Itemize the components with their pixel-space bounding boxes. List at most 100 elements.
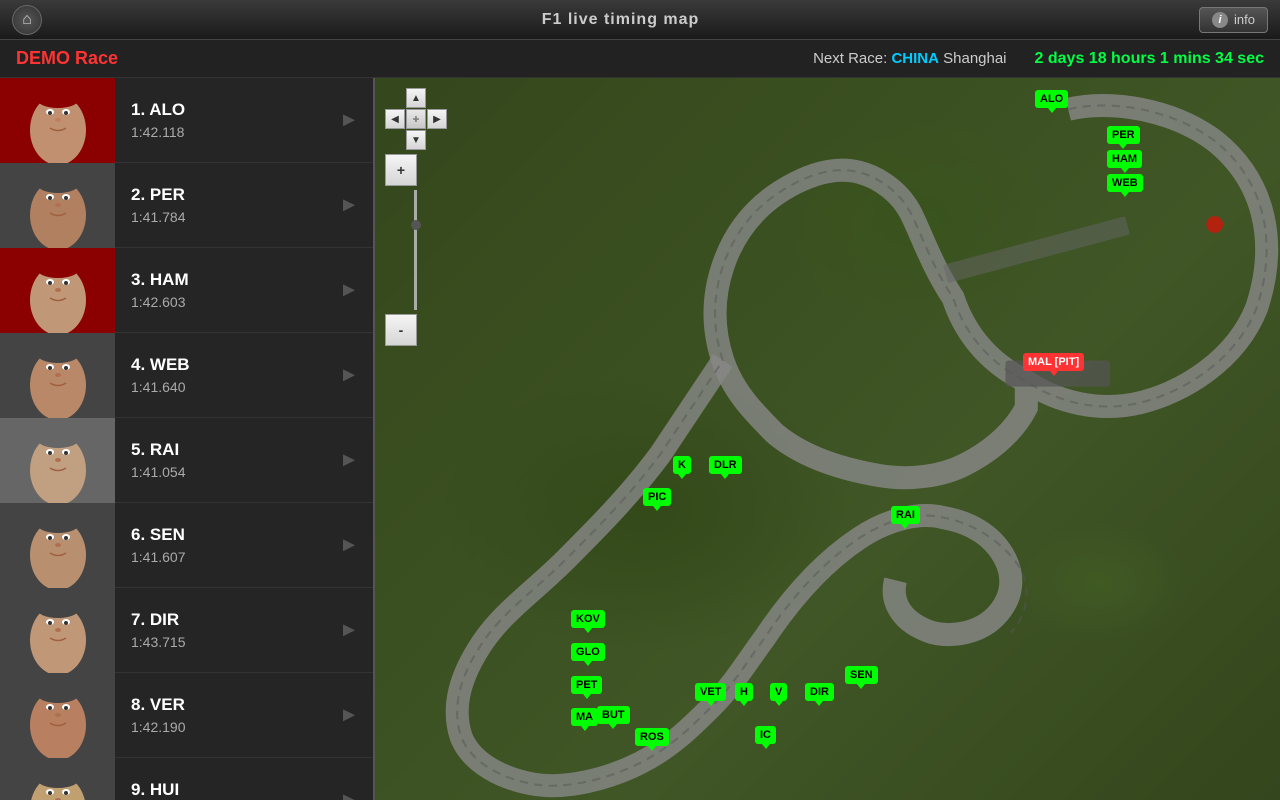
driver-info: 7. DIR 1:43.715	[115, 610, 331, 650]
next-race-info: Next Race: CHINA Shanghai	[813, 50, 1006, 67]
map-label-WEB[interactable]: WEB	[1107, 174, 1143, 192]
top-bar: ⌂ F1 live timing map i info	[0, 0, 1280, 40]
info-button[interactable]: i info	[1199, 7, 1268, 33]
driver-row[interactable]: 3. HAM 1:42.603►	[0, 248, 373, 333]
sub-bar: DEMO Race Next Race: CHINA Shanghai 2 da…	[0, 40, 1280, 78]
driver-time: 1:41.607	[131, 549, 331, 565]
driver-sidebar[interactable]: 1. ALO1:42.118► 2. PER1:41.784► 3. HAM1:…	[0, 78, 375, 800]
map-label-V[interactable]: V	[770, 683, 787, 701]
driver-chevron-icon[interactable]: ►	[331, 357, 367, 393]
driver-time: 1:41.054	[131, 464, 331, 480]
driver-time: 1:42.118	[131, 124, 331, 140]
driver-avatar	[0, 758, 115, 800]
map-label-RAI[interactable]: RAI	[891, 506, 920, 524]
driver-avatar	[0, 163, 115, 248]
driver-info: 6. SEN1:41.607	[115, 525, 331, 565]
map-nav-left[interactable]: ◀	[385, 109, 405, 129]
map-label-SEN2[interactable]: SEN	[845, 666, 878, 684]
zoom-out-button[interactable]: -	[385, 314, 417, 346]
map-label-H[interactable]: H	[735, 683, 753, 701]
map-label-ROS[interactable]: ROS	[635, 728, 669, 746]
map-controls: ▲ ◀ ✛ ▶ ▼ + -	[385, 88, 445, 346]
map-label-DLR[interactable]: DLR	[709, 456, 742, 474]
map-label-IC[interactable]: IC	[755, 726, 776, 744]
driver-chevron-icon[interactable]: ►	[331, 272, 367, 308]
map-label-MA[interactable]: MA	[571, 708, 598, 726]
driver-row[interactable]: 5. RAI 1:41.054►	[0, 418, 373, 503]
map-nav-cross: ▲ ◀ ✛ ▶ ▼	[385, 88, 445, 148]
map-label-K[interactable]: K	[673, 456, 691, 474]
driver-name: 7. DIR	[131, 610, 331, 630]
map-label-PET[interactable]: PET	[571, 676, 602, 694]
driver-name: 9. HUI	[131, 780, 331, 800]
driver-row[interactable]: 9. HUI1:41.900►	[0, 758, 373, 800]
driver-chevron-icon[interactable]: ►	[331, 442, 367, 478]
map-label-MAL-PIT[interactable]: MAL [PIT]	[1023, 353, 1084, 371]
driver-info: 5. RAI 1:41.054	[115, 440, 331, 480]
driver-name: 3. HAM	[131, 270, 331, 290]
driver-chevron-icon[interactable]: ►	[331, 697, 367, 733]
driver-avatar	[0, 588, 115, 673]
driver-info: 4. WEB 1:41.640	[115, 355, 331, 395]
map-label-VET[interactable]: VET	[695, 683, 726, 701]
map-nav-up[interactable]: ▲	[406, 88, 426, 108]
driver-name: 5. RAI	[131, 440, 331, 460]
home-icon: ⌂	[22, 11, 32, 29]
map-label-PER[interactable]: PER	[1107, 126, 1140, 144]
driver-row[interactable]: 2. PER 1:41.784►	[0, 163, 373, 248]
driver-time: 1:43.715	[131, 634, 331, 650]
zoom-bar	[414, 190, 417, 310]
driver-name: 4. WEB	[131, 355, 331, 375]
info-label: info	[1234, 12, 1255, 27]
driver-avatar	[0, 78, 115, 163]
map-label-PIC[interactable]: PIC	[643, 488, 671, 506]
map-label-BUT[interactable]: BUT	[597, 706, 630, 724]
map-label-HAM[interactable]: HAM	[1107, 150, 1142, 168]
info-icon: i	[1212, 12, 1228, 28]
map-nav-down[interactable]: ▼	[406, 130, 426, 150]
driver-info: 1. ALO 1:42.118	[115, 100, 331, 140]
driver-row[interactable]: 6. SEN1:41.607►	[0, 503, 373, 588]
driver-time: 1:41.640	[131, 379, 331, 395]
driver-time: 1:42.603	[131, 294, 331, 310]
driver-avatar	[0, 418, 115, 503]
driver-time: 1:42.190	[131, 719, 331, 735]
driver-info: 3. HAM 1:42.603	[115, 270, 331, 310]
zoom-slider[interactable]	[411, 220, 421, 230]
driver-row[interactable]: 1. ALO 1:42.118►	[0, 78, 373, 163]
zoom-in-button[interactable]: +	[385, 154, 417, 186]
driver-avatar	[0, 248, 115, 333]
driver-chevron-icon[interactable]: ►	[331, 527, 367, 563]
countdown-timer: 2 days 18 hours 1 mins 34 sec	[1035, 50, 1264, 68]
demo-label: DEMO Race	[16, 48, 118, 69]
driver-chevron-icon[interactable]: ►	[331, 612, 367, 648]
driver-avatar	[0, 673, 115, 758]
driver-name: 1. ALO	[131, 100, 331, 120]
driver-info: 9. HUI1:41.900	[115, 780, 331, 800]
driver-time: 1:41.784	[131, 209, 331, 225]
driver-avatar	[0, 503, 115, 588]
driver-chevron-icon[interactable]: ►	[331, 782, 367, 800]
driver-chevron-icon[interactable]: ►	[331, 187, 367, 223]
driver-row[interactable]: 7. DIR 1:43.715►	[0, 588, 373, 673]
map-nav-right[interactable]: ▶	[427, 109, 447, 129]
zoom-controls: + -	[385, 154, 445, 346]
map-label-DIR2[interactable]: DIR	[805, 683, 834, 701]
map-label-ALO[interactable]: ALO	[1035, 90, 1068, 108]
home-button[interactable]: ⌂	[12, 5, 42, 35]
map-container[interactable]: ▲ ◀ ✛ ▶ ▼ + - ALOPERHAMWEBMAL [PIT]DLRKP…	[375, 78, 1280, 800]
next-race-city: Shanghai	[943, 50, 1006, 67]
driver-info: 8. VER1:42.190	[115, 695, 331, 735]
next-race-country: CHINA	[891, 50, 939, 67]
driver-row[interactable]: 8. VER1:42.190►	[0, 673, 373, 758]
map-label-GLO[interactable]: GLO	[571, 643, 605, 661]
driver-chevron-icon[interactable]: ►	[331, 102, 367, 138]
map-label-KOV[interactable]: KOV	[571, 610, 605, 628]
driver-info: 2. PER 1:41.784	[115, 185, 331, 225]
app-title: F1 live timing map	[542, 11, 700, 29]
driver-row[interactable]: 4. WEB 1:41.640►	[0, 333, 373, 418]
driver-name: 2. PER	[131, 185, 331, 205]
driver-avatar	[0, 333, 115, 418]
next-race-prefix: Next Race:	[813, 50, 887, 67]
map-nav-center[interactable]: ✛	[406, 109, 426, 129]
